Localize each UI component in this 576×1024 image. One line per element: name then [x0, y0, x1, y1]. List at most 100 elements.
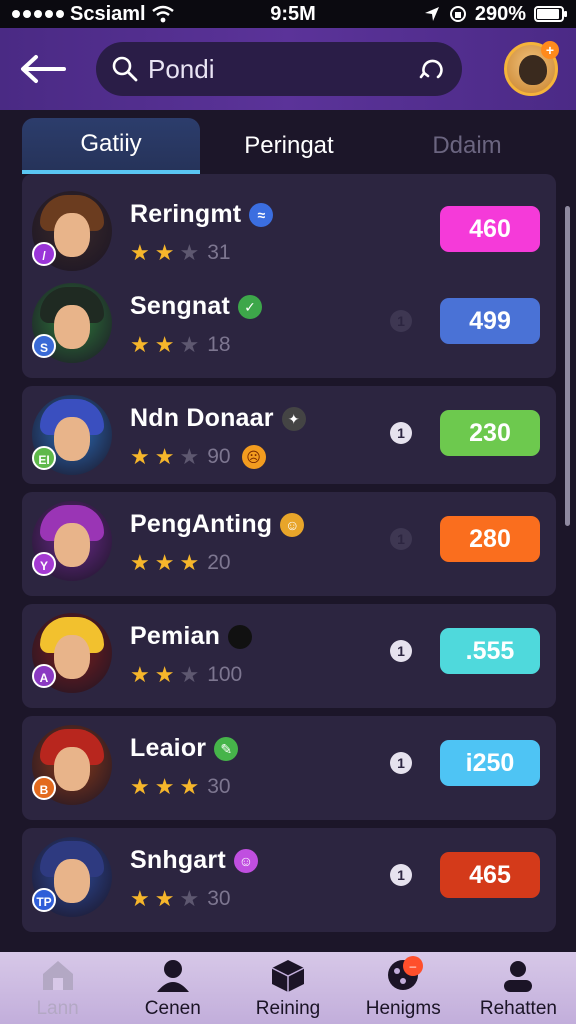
status-bar: Scsiaml 9:5M 290% [0, 0, 576, 28]
player-name: Leaior [130, 734, 207, 762]
tab-peringat[interactable]: Peringat [200, 118, 378, 174]
wifi-icon [151, 5, 174, 23]
star-count: 90 [207, 445, 231, 468]
level-badge-icon: A [32, 664, 56, 688]
star-rating: ★ ★ ★ 20 [130, 551, 231, 575]
level-badge-icon: S [32, 334, 56, 358]
star-icon: ★ [179, 332, 200, 357]
star-icon: ★ [154, 332, 175, 357]
rank-marker: 1 [390, 422, 412, 444]
status-icon: ✎ [214, 737, 239, 761]
score-button[interactable]: 499 [440, 298, 540, 344]
status-icon: ☺ [280, 513, 305, 537]
star-icon: ★ [154, 550, 175, 575]
search-icon [112, 56, 138, 82]
player-row[interactable]: / Reringmt ≈ ★ ★ ★ 31 460 [22, 182, 556, 280]
star-rating: ★ ★ ★ 31 [130, 241, 231, 265]
player-row[interactable]: B Leaior ✎ ★ ★ ★ 30 1 i250 [22, 716, 556, 814]
rank-marker: 1 [390, 640, 412, 662]
person-icon [156, 960, 189, 992]
notification-badge: – [402, 956, 423, 976]
star-rating: ★ ★ ★ 90 ☹ [130, 445, 266, 469]
back-button[interactable] [16, 43, 68, 95]
nav-label: Lann [36, 998, 79, 1019]
player-row[interactable]: S Sengnat ✓ ★ ★ ★ 18 1 499 [22, 274, 556, 372]
star-icon: ★ [130, 886, 150, 911]
nav-item-rehatten[interactable]: Rehatten [461, 952, 576, 1024]
nav-item-cenen[interactable]: Cenen [115, 952, 230, 1024]
player-row[interactable]: TP Snhgart ☺ ★ ★ ★ 30 1 465 [22, 828, 556, 926]
status-icon: ✦ [281, 407, 306, 431]
scrollbar[interactable] [565, 206, 570, 526]
tab-bar: Gatiiy Peringat Ddaim [22, 118, 556, 174]
score-button[interactable]: i250 [440, 740, 540, 786]
cube-icon [271, 960, 305, 992]
score-button[interactable]: 460 [440, 206, 540, 252]
star-icon: ★ [154, 774, 175, 799]
star-icon: ★ [130, 444, 150, 469]
star-icon: ★ [179, 550, 200, 575]
score-button[interactable]: 465 [440, 852, 540, 898]
refresh-icon[interactable] [418, 55, 446, 83]
star-count: 100 [207, 663, 243, 686]
nav-label: Henigms [365, 998, 441, 1019]
score-button[interactable]: 280 [440, 516, 540, 562]
player-row[interactable]: A Pemian ★ ★ ★ 100 1.555 [22, 604, 556, 702]
star-icon: ★ [179, 662, 200, 687]
player-name: PengAnting [130, 510, 273, 538]
star-icon: ★ [130, 550, 150, 575]
star-icon: ★ [130, 662, 150, 687]
clock: 9:5M [270, 2, 316, 25]
star-rating: ★ ★ ★ 100 [130, 663, 242, 687]
player-name: Pemian [130, 622, 221, 650]
header: Pondi + [0, 28, 576, 110]
score-button[interactable]: .555 [440, 628, 540, 674]
player-name: Reringmt [130, 200, 242, 228]
star-icon: ★ [179, 886, 200, 911]
tab-gatiiy[interactable]: Gatiiy [22, 118, 200, 174]
search-input[interactable]: Pondi [148, 54, 408, 85]
star-rating: ★ ★ ★ 30 [130, 887, 231, 911]
star-icon: ★ [154, 444, 175, 469]
rank-marker: 1 [390, 310, 412, 332]
nav-item-reining[interactable]: Reining [230, 952, 345, 1024]
star-count: 20 [207, 551, 231, 574]
level-badge-icon: TP [32, 888, 56, 912]
player-name: Sengnat [130, 292, 231, 320]
status-icon [228, 625, 253, 649]
battery-percent: 290% [474, 2, 526, 25]
star-icon: ★ [130, 774, 150, 799]
search-field[interactable]: Pondi [96, 42, 462, 96]
tab-ddaim[interactable]: Ddaim [378, 118, 556, 174]
profile-icon [504, 961, 533, 992]
battery-icon [534, 6, 567, 22]
player-row[interactable]: Y PengAnting ☺ ★ ★ ★ 20 1 280 [22, 492, 556, 590]
star-icon: ★ [130, 240, 150, 265]
star-icon: ★ [154, 886, 175, 911]
star-count: 31 [207, 241, 231, 264]
star-icon: ★ [130, 332, 150, 357]
rank-marker: 1 [390, 752, 412, 774]
player-name: Snhgart [130, 846, 226, 874]
star-icon: ★ [179, 240, 200, 265]
user-avatar[interactable]: + [504, 41, 559, 96]
level-badge-icon: / [32, 242, 56, 266]
star-icon: ★ [179, 774, 200, 799]
star-icon: ★ [179, 444, 200, 469]
nav-label: Cenen [144, 998, 201, 1019]
star-icon: ★ [154, 240, 175, 265]
status-icon: ☺ [233, 849, 258, 873]
player-name: Ndn Donaar [130, 404, 274, 432]
lock-rotation-icon [449, 6, 466, 22]
nav-label: Reining [255, 998, 321, 1019]
level-badge-icon: EI [32, 446, 56, 470]
player-row[interactable]: EI Ndn Donaar ✦ ★ ★ ★ 90 ☹ 1 230 [22, 386, 556, 484]
status-icon: ✓ [238, 295, 263, 319]
home-icon [42, 961, 73, 990]
nav-item-henigms[interactable]: – Henigms [346, 952, 461, 1024]
status-icon: ≈ [249, 203, 274, 227]
nav-item-lann[interactable]: Lann [0, 952, 115, 1024]
emoji-icon: ☹ [241, 445, 266, 469]
score-button[interactable]: 230 [440, 410, 540, 456]
rank-marker: 1 [390, 528, 412, 550]
